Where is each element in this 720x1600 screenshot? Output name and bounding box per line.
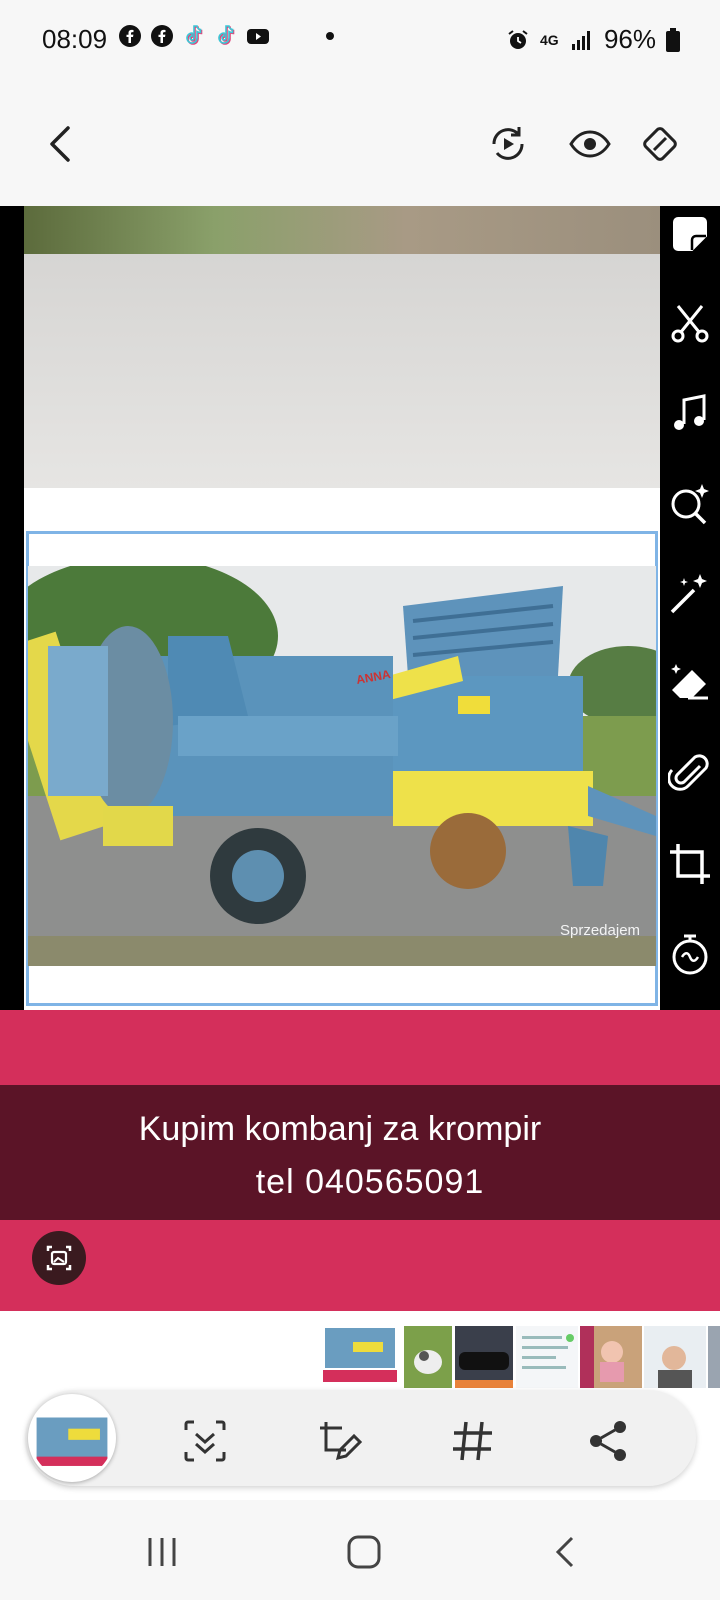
annotation-line-2: tel 040565091: [255, 1163, 485, 1201]
photo-top-strip: [24, 206, 660, 254]
action-thumbnail-machine: [31, 1397, 113, 1479]
signal-icon: [571, 30, 590, 50]
system-navigation-bar: [0, 1500, 720, 1600]
facebook-icon: [119, 25, 141, 47]
paperclip-icon[interactable]: [668, 752, 712, 796]
eraser-icon[interactable]: [668, 662, 712, 706]
battery-level: 96%: [603, 24, 656, 54]
thumbnail-screenshot[interactable]: [516, 1326, 578, 1388]
potato-harvester-photo: [28, 566, 656, 966]
status-time: 08:09: [42, 24, 108, 54]
annotation-line-1: Kupim kombanj za krompir: [138, 1110, 542, 1148]
notification-icons: [118, 24, 342, 48]
sticker-icon[interactable]: [668, 212, 712, 256]
facebook-icon: [151, 25, 173, 47]
thumbnail-people[interactable]: [644, 1326, 706, 1388]
scan-image-button[interactable]: [32, 1231, 86, 1285]
status-bar: 08:09 4G 96%: [0, 0, 720, 78]
thumbnail-child[interactable]: [580, 1326, 642, 1388]
remaster-icon[interactable]: [486, 122, 530, 166]
battery-icon: [666, 27, 680, 52]
editing-side-toolbar: [660, 206, 720, 1006]
thumbnail-partial[interactable]: [708, 1326, 720, 1388]
thumbnail-puppy[interactable]: [404, 1326, 452, 1388]
alarm-icon: [508, 29, 528, 49]
recents-icon[interactable]: [142, 1532, 182, 1572]
thumbnail-current[interactable]: [320, 1317, 400, 1393]
dot-icon: [326, 32, 334, 40]
music-icon[interactable]: [668, 392, 712, 436]
magic-wand-icon[interactable]: [668, 572, 712, 616]
youtube-icon: [247, 29, 269, 44]
tiktok-icon: [218, 25, 235, 45]
thumbnail-machine: [323, 1320, 397, 1390]
network-4g-label: 4G: [539, 31, 559, 48]
home-icon[interactable]: [344, 1532, 384, 1572]
status-right: 4G 96%: [506, 24, 680, 55]
edit-icon[interactable]: [316, 1418, 362, 1464]
timer-icon[interactable]: [668, 932, 712, 976]
scan-image-icon: [46, 1245, 72, 1271]
photo-gray-area: [24, 254, 660, 488]
auto-rotate-icon[interactable]: [638, 122, 682, 166]
back-nav-icon[interactable]: [546, 1532, 586, 1572]
crop-icon[interactable]: [668, 842, 712, 886]
view-icon[interactable]: [568, 122, 612, 166]
tiktok-icon: [186, 25, 203, 45]
magnify-sparkle-icon[interactable]: [668, 482, 712, 526]
back-icon[interactable]: [40, 122, 84, 166]
action-bar-thumbnail[interactable]: [28, 1394, 116, 1482]
share-icon[interactable]: [586, 1418, 632, 1464]
select-icon[interactable]: [182, 1418, 228, 1464]
hashtag-icon[interactable]: [450, 1418, 496, 1464]
cut-icon[interactable]: [668, 302, 712, 346]
thumbnail-car[interactable]: [455, 1326, 513, 1388]
viewer-top-bar: [0, 78, 720, 206]
